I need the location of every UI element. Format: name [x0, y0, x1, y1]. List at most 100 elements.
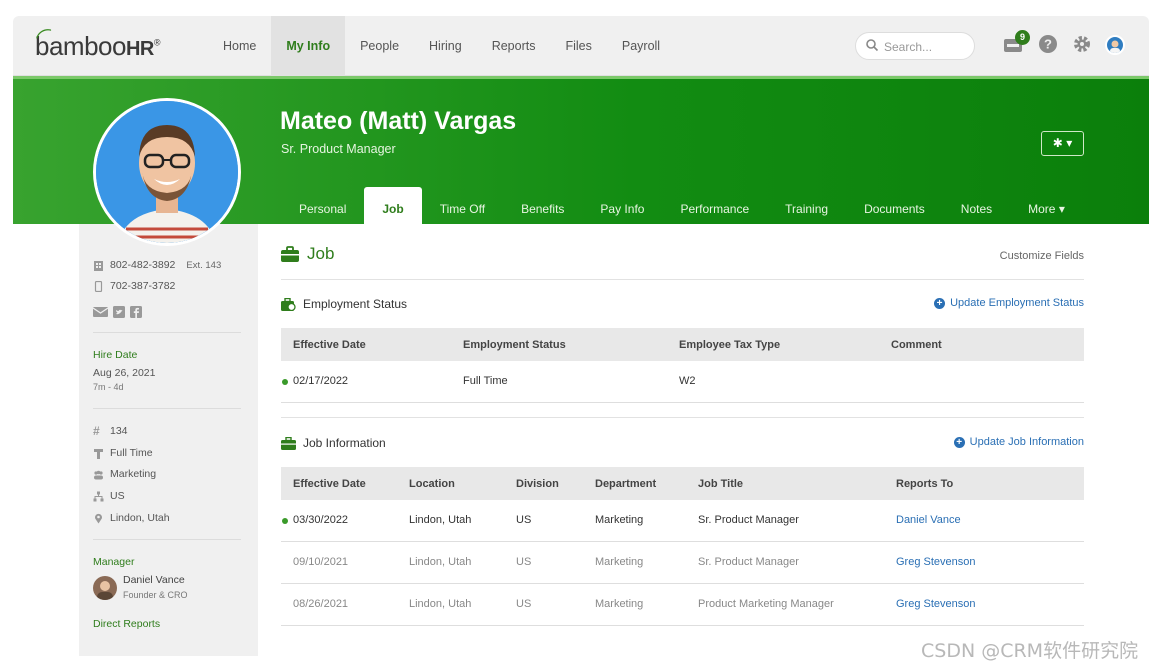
current-indicator-dot: [282, 518, 288, 524]
facebook-icon[interactable]: [130, 306, 142, 318]
tax-type-cell: W2: [679, 375, 696, 387]
people-icon: [94, 470, 103, 479]
hire-date-value: Aug 26, 2021: [93, 367, 156, 379]
tenure-value: 7m - 4d: [93, 382, 124, 392]
department-cell: Marketing: [595, 556, 644, 568]
nav-home[interactable]: Home: [208, 16, 271, 76]
divider: [93, 408, 241, 409]
column-header[interactable]: Effective Date: [293, 339, 366, 351]
divider: [93, 332, 241, 333]
plus-circle-icon: +: [934, 297, 946, 309]
tab-documents[interactable]: Documents: [846, 187, 943, 227]
division: US: [93, 490, 125, 502]
job-title-text: Job: [307, 244, 335, 263]
social-links: [93, 306, 142, 318]
current-indicator-dot: [282, 379, 288, 385]
avatar: [1105, 35, 1125, 55]
work-phone: 802-482-3892 Ext. 143: [93, 259, 221, 271]
department-value: Marketing: [110, 468, 157, 480]
tab-benefits[interactable]: Benefits: [503, 187, 582, 227]
reports-to-link[interactable]: Greg Stevenson: [896, 598, 976, 610]
tab-job[interactable]: Job: [364, 187, 422, 227]
manager-name[interactable]: Daniel Vance: [123, 574, 185, 586]
job-title-cell: Sr. Product Manager: [698, 514, 799, 526]
column-header[interactable]: Division: [516, 478, 559, 490]
user-avatar-button[interactable]: [1105, 35, 1125, 55]
divider: [93, 539, 241, 540]
search-placeholder: Search...: [884, 40, 933, 54]
table-row[interactable]: 08/26/2021 Lindon, Utah US Marketing Pro…: [281, 584, 1084, 626]
tab-time-off[interactable]: Time Off: [422, 187, 503, 227]
building-icon: [94, 260, 103, 271]
tab-more[interactable]: More ▾: [1010, 187, 1083, 227]
table-row[interactable]: 09/10/2021 Lindon, Utah US Marketing Sr.…: [281, 542, 1084, 584]
job-information-heading: Job Information: [281, 436, 386, 450]
division-cell: US: [516, 598, 532, 610]
update-job-information-button[interactable]: + Update Job Information: [953, 436, 1084, 448]
table-row[interactable]: 03/30/2022 Lindon, Utah US Marketing Sr.…: [281, 500, 1084, 542]
tab-notes[interactable]: Notes: [943, 187, 1010, 227]
job-information-title: Job Information: [303, 436, 386, 450]
column-header[interactable]: Department: [595, 478, 656, 490]
employment-status-cell: Full Time: [463, 375, 508, 387]
hash-icon: #: [93, 423, 100, 438]
mobile-phone-number[interactable]: 702-387-3782: [110, 280, 175, 292]
column-header[interactable]: Reports To: [896, 478, 953, 490]
manager-avatar-image: [97, 581, 113, 600]
nav-files[interactable]: Files: [550, 16, 606, 76]
nav-payroll[interactable]: Payroll: [607, 16, 675, 76]
inbox-button[interactable]: 9: [1003, 30, 1030, 59]
work-phone-number[interactable]: 802-482-3892: [110, 259, 175, 271]
table-row[interactable]: 02/17/2022 Full Time W2: [281, 361, 1084, 403]
column-header[interactable]: Effective Date: [293, 478, 366, 490]
update-employment-status-button[interactable]: + Update Employment Status: [934, 297, 1084, 309]
tab-training[interactable]: Training: [767, 187, 846, 227]
column-header[interactable]: Employee Tax Type: [679, 339, 780, 351]
logo-hr-text: HR: [125, 38, 154, 60]
tab-pay-info[interactable]: Pay Info: [582, 187, 662, 227]
bamboohr-logo[interactable]: ⌒ bambooHR®: [34, 26, 161, 62]
column-header[interactable]: Location: [409, 478, 455, 490]
customize-fields-link[interactable]: Customize Fields: [1000, 250, 1084, 262]
column-header[interactable]: Job Title: [698, 478, 743, 490]
profile-actions-button[interactable]: ✱ ▾: [1041, 131, 1084, 156]
employment-status-title: Employment Status: [303, 297, 408, 311]
settings-button[interactable]: [1072, 34, 1092, 59]
twitter-icon[interactable]: [113, 306, 125, 318]
employee-number: # 134: [93, 423, 128, 438]
nav-hiring[interactable]: Hiring: [414, 16, 477, 76]
update-job-information-label: Update Job Information: [969, 436, 1084, 448]
profile-tabs: Personal Job Time Off Benefits Pay Info …: [281, 187, 1083, 227]
help-button[interactable]: ?: [1038, 34, 1058, 59]
reports-to-link[interactable]: Daniel Vance: [896, 514, 961, 526]
reports-to-link[interactable]: Greg Stevenson: [896, 556, 976, 568]
nav-people[interactable]: People: [345, 16, 414, 76]
tab-performance[interactable]: Performance: [662, 187, 767, 227]
app-window: ⌒ bambooHR® Home My Info People Hiring Re…: [13, 16, 1149, 656]
id-badge-icon: [94, 448, 103, 459]
svg-text:?: ?: [1044, 37, 1052, 52]
search-input[interactable]: Search...: [855, 32, 975, 60]
tab-personal[interactable]: Personal: [281, 187, 364, 227]
job-information-table-header: Effective Date Location Division Departm…: [281, 467, 1084, 500]
effective-date-cell: 09/10/2021: [293, 556, 349, 568]
location: Lindon, Utah: [93, 512, 170, 524]
mobile-phone: 702-387-3782: [93, 280, 175, 292]
job-title-cell: Product Marketing Manager: [698, 598, 834, 610]
email-icon[interactable]: [93, 306, 108, 318]
nav-reports[interactable]: Reports: [477, 16, 551, 76]
location-value: Lindon, Utah: [110, 512, 170, 524]
nav-my-info[interactable]: My Info: [271, 16, 346, 76]
employee-job-title: Sr. Product Manager: [281, 142, 396, 156]
manager-avatar[interactable]: [93, 576, 117, 600]
employee-sidebar: 802-482-3892 Ext. 143 702-387-3782 Hire D…: [79, 224, 258, 656]
location-pin-icon: [95, 513, 102, 523]
column-header[interactable]: Comment: [891, 339, 942, 351]
manager-title: Founder & CRO: [123, 590, 188, 600]
division-cell: US: [516, 556, 532, 568]
column-header[interactable]: Employment Status: [463, 339, 566, 351]
manager-label: Manager: [93, 556, 135, 568]
profile-photo[interactable]: [93, 98, 241, 246]
employment-type-value: Full Time: [110, 447, 153, 459]
user-avatar-image: [1110, 40, 1120, 53]
